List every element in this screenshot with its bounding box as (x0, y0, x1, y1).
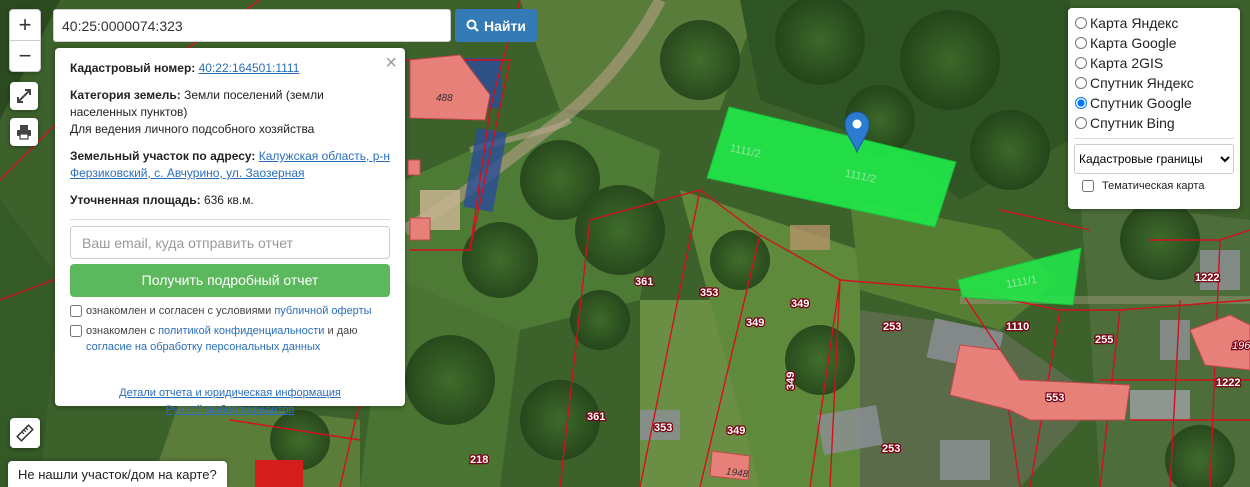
layer-option-yandex-satellite[interactable]: Спутник Яндекс (1074, 73, 1234, 93)
personal-data-link[interactable]: согласие на обработку персональных данны… (86, 341, 320, 353)
parcel-label-361a: 361 (635, 276, 653, 288)
offer-agreement: ознакомлен и согласен с условиями публич… (70, 303, 390, 319)
divider (70, 219, 390, 220)
category-row: Категория земель: Земли поселений (земли… (70, 87, 390, 138)
category-label: Категория земель: (70, 88, 181, 102)
offer-link[interactable]: публичной оферты (274, 305, 371, 317)
parcel-label-196: 196 (1232, 340, 1250, 352)
fullscreen-icon (17, 89, 31, 103)
layer-option-yandex-map[interactable]: Карта Яндекс (1074, 13, 1234, 33)
cadastral-label: Кадастровый номер: (70, 61, 196, 75)
layer-radio[interactable] (1075, 37, 1087, 49)
search-icon (466, 19, 479, 32)
overlay-select[interactable]: Кадастровые границы (1074, 144, 1234, 174)
area-label: Уточненная площадь: (70, 193, 201, 207)
parcel-label-1110: 1110 (1006, 321, 1029, 333)
layer-radio[interactable] (1075, 77, 1087, 89)
layer-radio[interactable] (1075, 17, 1087, 29)
not-found-button[interactable]: Не нашли участок/дом на карте? (8, 461, 227, 487)
parcel-label-349a: 349 (791, 298, 809, 310)
layer-radio[interactable] (1075, 97, 1087, 109)
offer-text: ознакомлен и согласен с условиями (86, 305, 272, 317)
layer-option-bing-satellite[interactable]: Спутник Bing (1074, 113, 1234, 133)
divider (1074, 138, 1234, 139)
layer-option-label: Карта Яндекс (1090, 15, 1179, 31)
layer-option-google-satellite[interactable]: Спутник Google (1074, 93, 1234, 113)
search-button-label: Найти (484, 17, 526, 34)
usage-value: Для ведения личного подсобного хозяйства (70, 122, 315, 136)
layer-switcher: Карта Яндекс Карта Google Карта 2GIS Спу… (1068, 8, 1240, 209)
cadastral-row: Кадастровый номер: 40:22:164501:1111 (70, 60, 390, 77)
parcel-label-488: 488 (436, 93, 453, 104)
parcel-label-1222b: 1222 (1216, 377, 1240, 389)
search-button[interactable]: Найти (455, 9, 537, 42)
popup-footer-links: Детали отчета и юридическая информация Р… (70, 385, 390, 419)
building-red (255, 460, 303, 487)
parcel-label-353b: 353 (654, 422, 672, 434)
parcel-label-353a: 353 (700, 287, 718, 299)
layer-radio[interactable] (1075, 117, 1087, 129)
parcel-label-253b: 253 (882, 443, 900, 455)
ruler-button[interactable] (10, 418, 40, 448)
fullscreen-button[interactable] (10, 82, 38, 110)
get-report-button[interactable]: Получить подробный отчет (70, 264, 390, 297)
parcel-label-361b: 361 (587, 411, 605, 423)
parcel-label-1222a: 1222 (1195, 272, 1219, 284)
zoom-control: + − (9, 9, 41, 72)
cadastral-number-link[interactable]: 40:22:164501:1111 (199, 61, 300, 75)
privacy-text: ознакомлен с (86, 325, 156, 337)
address-row: Земельный участок по адресу: Калужская о… (70, 148, 390, 182)
thematic-map-toggle[interactable]: Тематическая карта (1074, 180, 1234, 192)
parcel-label-253a: 253 (883, 321, 901, 333)
layer-option-label: Спутник Яндекс (1090, 75, 1194, 91)
privacy-checkbox[interactable] (70, 325, 82, 337)
parcel-label-553: 553 (1046, 392, 1064, 404)
layer-option-label: Карта Google (1090, 35, 1177, 51)
privacy-agreement: ознакомлен с политикой конфиденциальност… (70, 323, 390, 355)
zoom-in-button[interactable]: + (10, 10, 40, 41)
parcel-info-popup: × Кадастровый номер: 40:22:164501:1111 К… (55, 48, 405, 416)
parcel-label-349b: 349 (746, 317, 764, 329)
address-label: Земельный участок по адресу: (70, 149, 256, 163)
area-row: Уточненная площадь: 636 кв.м. (70, 192, 390, 209)
ruler-icon (16, 424, 34, 442)
layer-option-2gis-map[interactable]: Карта 2GIS (1074, 53, 1234, 73)
zoom-out-button[interactable]: − (10, 41, 40, 71)
search-input[interactable] (53, 9, 451, 42)
layer-radio[interactable] (1075, 57, 1087, 69)
manual-select-link[interactable]: Ручной выбор вариантов (166, 404, 294, 416)
details-link[interactable]: Детали отчета и юридическая информация (119, 387, 341, 399)
close-icon[interactable]: × (385, 53, 397, 73)
print-button[interactable] (10, 118, 38, 146)
offer-checkbox[interactable] (70, 305, 82, 317)
parcel-label-349d: 349 (727, 425, 745, 437)
area-value: 636 кв.м. (203, 193, 254, 207)
thematic-checkbox[interactable] (1082, 180, 1094, 192)
parcel-label-255: 255 (1095, 334, 1113, 346)
layer-option-label: Спутник Bing (1090, 115, 1175, 131)
layer-option-label: Спутник Google (1090, 95, 1192, 111)
thematic-label: Тематическая карта (1102, 180, 1205, 192)
print-icon (17, 125, 31, 140)
layer-option-label: Карта 2GIS (1090, 55, 1164, 71)
privacy-mid-text: и даю (327, 325, 358, 337)
email-field[interactable] (70, 226, 390, 259)
layer-option-google-map[interactable]: Карта Google (1074, 33, 1234, 53)
parcel-label-349c: 349 (785, 372, 797, 390)
privacy-policy-link[interactable]: политикой конфиденциальности (158, 325, 324, 337)
parcel-label-218: 218 (470, 454, 488, 466)
